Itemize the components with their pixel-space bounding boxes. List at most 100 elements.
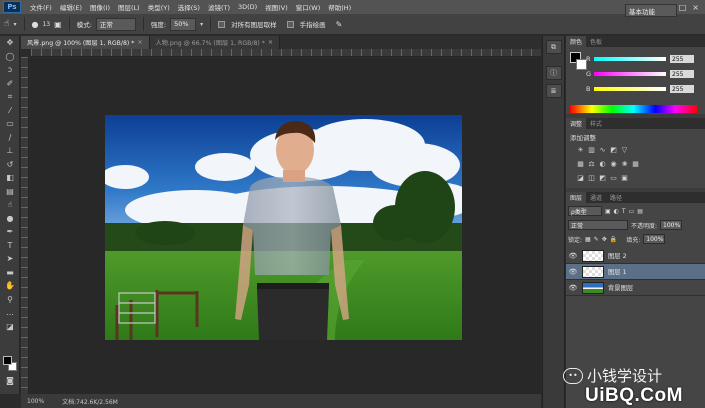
quick-select-tool-icon[interactable]: ✐ xyxy=(0,77,20,91)
filter-type-icon[interactable]: T xyxy=(622,208,626,215)
mode-select[interactable]: 正常 xyxy=(95,17,136,31)
tab-styles[interactable]: 样式 xyxy=(586,118,606,129)
filter-shape-icon[interactable]: ▭ xyxy=(629,208,635,215)
exposure-icon[interactable]: ◩ xyxy=(609,145,618,154)
selective-color-icon[interactable]: ▣ xyxy=(620,173,629,182)
red-track[interactable] xyxy=(594,57,666,61)
history-brush-tool-icon[interactable]: ↺ xyxy=(0,158,20,172)
zoom-tool-icon[interactable]: ⚲ xyxy=(0,293,20,307)
brush-size-value[interactable]: 13 xyxy=(42,21,50,28)
filter-smart-icon[interactable]: ▤ xyxy=(637,208,643,215)
layer-row-layer-1[interactable]: 👁 图层 1 xyxy=(566,264,705,280)
black-white-icon[interactable]: ◐ xyxy=(598,159,607,168)
menu-window[interactable]: 窗口(W) xyxy=(292,2,325,12)
layer-name[interactable]: 图层 2 xyxy=(608,251,627,260)
slider-green[interactable]: G 255 xyxy=(586,69,701,79)
tab-swatches[interactable]: 色板 xyxy=(586,36,606,47)
close-icon[interactable]: × xyxy=(137,39,142,46)
hand-tool-icon[interactable]: ✋ xyxy=(0,279,20,293)
more-tools-icon[interactable]: … xyxy=(0,306,20,320)
marquee-tool-icon[interactable]: ◯ xyxy=(0,50,20,64)
chevron-down-icon[interactable]: ▾ xyxy=(200,21,203,28)
menu-select[interactable]: 选择(S) xyxy=(174,2,204,12)
hue-saturation-icon[interactable]: ▦ xyxy=(576,159,585,168)
canvas-area[interactable] xyxy=(30,58,541,394)
lock-all-icon[interactable]: 🔒 xyxy=(610,236,617,243)
menu-filter[interactable]: 滤镜(T) xyxy=(204,2,234,12)
shape-tool-icon[interactable]: ▬ xyxy=(0,266,20,280)
history-panel-icon[interactable]: ⧉ xyxy=(545,40,562,54)
pressure-icon[interactable]: ✎ xyxy=(336,20,343,29)
menu-edit[interactable]: 编辑(E) xyxy=(56,2,86,12)
layer-name[interactable]: 图层 1 xyxy=(608,267,627,276)
foreground-color-swatch[interactable] xyxy=(3,356,12,365)
levels-icon[interactable]: ▥ xyxy=(587,145,596,154)
maximize-button[interactable]: □ xyxy=(679,3,687,12)
default-colors-icon[interactable]: ◪ xyxy=(0,320,20,334)
brush-preview-icon[interactable]: ● xyxy=(32,20,39,29)
channel-value[interactable]: 255 xyxy=(670,70,694,78)
tool-preset-picker[interactable]: ▾ xyxy=(13,21,16,28)
dodge-tool-icon[interactable]: ● xyxy=(0,212,20,226)
menu-image[interactable]: 图像(I) xyxy=(86,2,114,12)
lock-position-icon[interactable]: ✥ xyxy=(602,236,607,243)
opacity-input[interactable]: 100% xyxy=(660,220,683,230)
path-select-tool-icon[interactable]: ➤ xyxy=(0,252,20,266)
clone-stamp-tool-icon[interactable]: ⊥ xyxy=(0,144,20,158)
threshold-icon[interactable]: ◩ xyxy=(598,173,607,182)
gradient-tool-icon[interactable]: ▤ xyxy=(0,185,20,199)
document-canvas[interactable] xyxy=(105,115,462,340)
menu-layer[interactable]: 图层(L) xyxy=(114,2,144,12)
color-swatches[interactable] xyxy=(3,356,18,372)
layer-name[interactable]: 背景图层 xyxy=(608,283,633,292)
eraser-tool-icon[interactable]: ◧ xyxy=(0,171,20,185)
curves-icon[interactable]: ∿ xyxy=(598,145,607,154)
color-balance-icon[interactable]: ⚖ xyxy=(587,159,596,168)
slider-blue[interactable]: B 255 xyxy=(586,84,701,94)
document-tab-landscape[interactable]: 风景.png @ 100% (图层 1, RGB/8) * × xyxy=(21,36,150,49)
tab-channels[interactable]: 通道 xyxy=(586,192,606,203)
fill-input[interactable]: 100% xyxy=(643,234,666,244)
properties-panel-icon[interactable]: ≣ xyxy=(545,84,562,98)
layer-kind-filter[interactable]: ρ类型 xyxy=(568,206,602,216)
brush-panel-toggle-icon[interactable]: ▣ xyxy=(54,20,62,29)
eye-icon[interactable]: 👁 xyxy=(566,252,580,260)
tab-paths[interactable]: 路径 xyxy=(606,192,626,203)
sample-all-checkbox[interactable] xyxy=(218,20,226,28)
document-tab-person[interactable]: 人物.png @ 66.7% (图层 1, RGB/8) * × xyxy=(149,36,281,49)
brightness-icon[interactable]: ☀ xyxy=(576,145,585,154)
horizontal-ruler[interactable] xyxy=(31,49,541,57)
close-button[interactable]: × xyxy=(692,3,699,12)
crop-tool-icon[interactable]: ⌗ xyxy=(0,90,20,104)
gradient-map-icon[interactable]: ▭ xyxy=(609,173,618,182)
eye-icon[interactable]: 👁 xyxy=(566,284,580,292)
menu-type[interactable]: 类型(Y) xyxy=(144,2,174,12)
smudge-tool-icon[interactable]: ☝ xyxy=(0,198,20,212)
smudge-tool-icon[interactable]: ☝ xyxy=(4,19,9,29)
photo-filter-icon[interactable]: ◉ xyxy=(609,159,618,168)
blue-track[interactable] xyxy=(594,87,666,91)
blend-mode-select[interactable]: 正常 xyxy=(568,220,628,230)
tab-layers[interactable]: 图层 xyxy=(566,192,587,203)
menu-3d[interactable]: 3D(D) xyxy=(234,3,261,11)
move-tool-icon[interactable]: ✥ xyxy=(0,36,20,50)
channel-mixer-icon[interactable]: ❀ xyxy=(620,159,629,168)
close-icon[interactable]: × xyxy=(268,39,273,46)
quick-mask-icon[interactable]: ◙ xyxy=(0,374,20,388)
workspace-select[interactable]: 基本功能 xyxy=(625,4,677,17)
pen-tool-icon[interactable]: ✒ xyxy=(0,225,20,239)
green-track[interactable] xyxy=(594,72,666,76)
menu-help[interactable]: 帮助(H) xyxy=(324,2,355,12)
menu-view[interactable]: 视图(V) xyxy=(261,2,292,12)
tab-adjustments[interactable]: 调整 xyxy=(566,118,587,129)
brush-tool-icon[interactable]: ∕ xyxy=(0,131,20,145)
filter-adjust-icon[interactable]: ◐ xyxy=(614,208,619,215)
zoom-level[interactable]: 100% xyxy=(27,398,44,405)
filter-pixel-icon[interactable]: ▣ xyxy=(605,208,611,215)
document-size[interactable]: 文档:742.6K/2.56M xyxy=(62,397,118,406)
lock-transparent-icon[interactable]: ▦ xyxy=(585,236,591,243)
vertical-ruler[interactable] xyxy=(21,57,29,394)
layer-row-background[interactable]: 👁 背景图层 xyxy=(566,280,705,296)
lock-pixels-icon[interactable]: ✎ xyxy=(594,236,599,243)
eye-icon[interactable]: 👁 xyxy=(566,268,580,276)
